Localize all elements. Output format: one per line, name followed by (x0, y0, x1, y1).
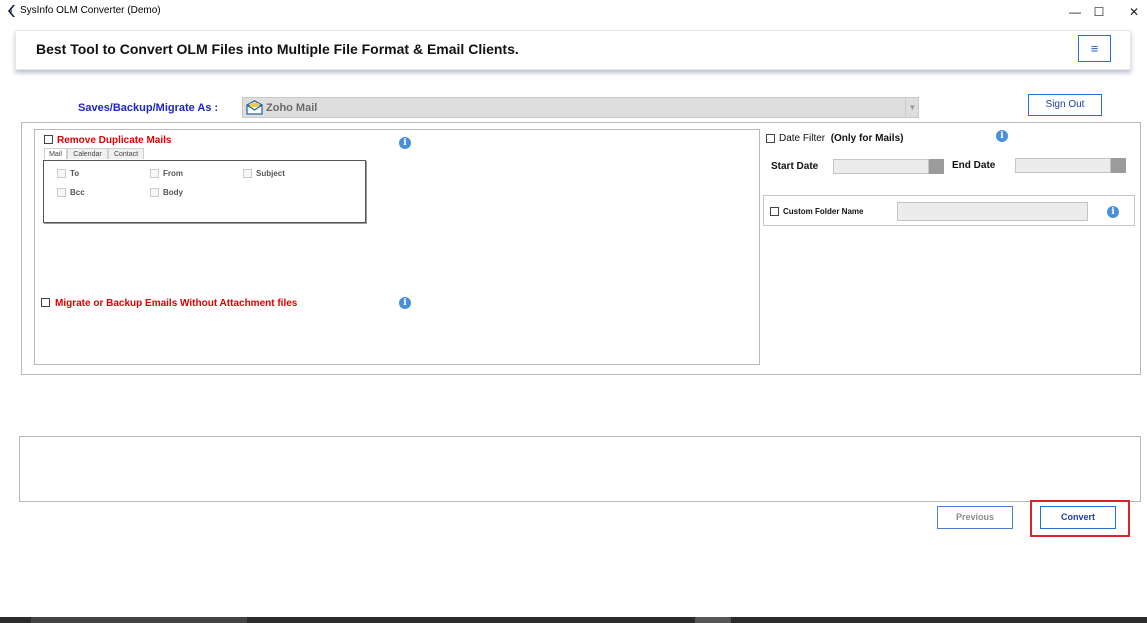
date-filter-label: Date Filter (Only for Mails) (779, 133, 903, 144)
field-to-checkbox[interactable] (57, 169, 66, 178)
field-body-checkbox[interactable] (150, 188, 159, 197)
custom-folder-checkbox[interactable] (770, 207, 779, 216)
tab-contact[interactable]: Contact (108, 148, 144, 159)
chevron-down-icon[interactable]: ▼ (905, 99, 919, 116)
info-icon[interactable]: i (1107, 206, 1119, 218)
field-bcc-checkbox[interactable] (57, 188, 66, 197)
end-date-input[interactable] (1015, 158, 1111, 173)
end-date-label: End Date (952, 160, 996, 171)
no-attachments-checkbox[interactable] (41, 298, 50, 307)
saves-as-label: Saves/Backup/Migrate As : (78, 102, 219, 114)
date-filter-checkbox[interactable] (766, 134, 775, 143)
close-button[interactable]: ✕ (1116, 0, 1147, 24)
start-date-label: Start Date (771, 161, 819, 172)
date-filter-note: (Only for Mails) (830, 133, 904, 144)
field-bcc-label: Bcc (70, 188, 85, 197)
title-bar (0, 0, 1147, 24)
field-subject-label: Subject (256, 169, 285, 178)
page-title: Best Tool to Convert OLM Files into Mult… (36, 41, 519, 57)
info-icon[interactable]: i (996, 130, 1008, 142)
custom-folder-label: Custom Folder Name (783, 207, 864, 216)
tab-mail[interactable]: Mail (44, 148, 67, 159)
taskbar-item[interactable] (695, 617, 731, 623)
duplicate-fields-box (43, 160, 366, 223)
custom-folder-input[interactable] (897, 202, 1088, 221)
no-attachments-label: Migrate or Backup Emails Without Attachm… (55, 298, 298, 309)
envelope-icon (246, 100, 263, 115)
field-body-label: Body (163, 188, 183, 197)
hamburger-icon: ≡ (1090, 41, 1099, 56)
start-date-input[interactable] (833, 159, 929, 174)
taskbar-item[interactable] (31, 617, 247, 623)
field-to-label: To (70, 169, 80, 178)
log-area (19, 436, 1141, 502)
maximize-button[interactable]: ☐ (1081, 0, 1117, 24)
date-filter-title: Date Filter (779, 133, 826, 144)
start-date-calendar-button[interactable] (929, 159, 944, 174)
window-title: SysInfo OLM Converter (Demo) (20, 5, 161, 16)
info-icon[interactable]: i (399, 297, 411, 309)
field-from-label: From (163, 169, 183, 178)
remove-duplicates-checkbox[interactable] (44, 135, 53, 144)
remove-duplicates-label: Remove Duplicate Mails (57, 135, 172, 146)
tab-calendar[interactable]: Calendar (67, 148, 108, 159)
field-subject-checkbox[interactable] (243, 169, 252, 178)
convert-button[interactable]: Convert (1040, 506, 1116, 529)
previous-button[interactable]: Previous (937, 506, 1013, 529)
menu-button[interactable]: ≡ (1078, 35, 1111, 62)
info-icon[interactable]: i (399, 137, 411, 149)
format-select[interactable] (242, 97, 919, 118)
format-selected-value: Zoho Mail (266, 102, 318, 114)
sign-out-button[interactable]: Sign Out (1028, 94, 1102, 116)
field-from-checkbox[interactable] (150, 169, 159, 178)
app-logo-icon (8, 5, 15, 17)
end-date-calendar-button[interactable] (1111, 158, 1126, 173)
